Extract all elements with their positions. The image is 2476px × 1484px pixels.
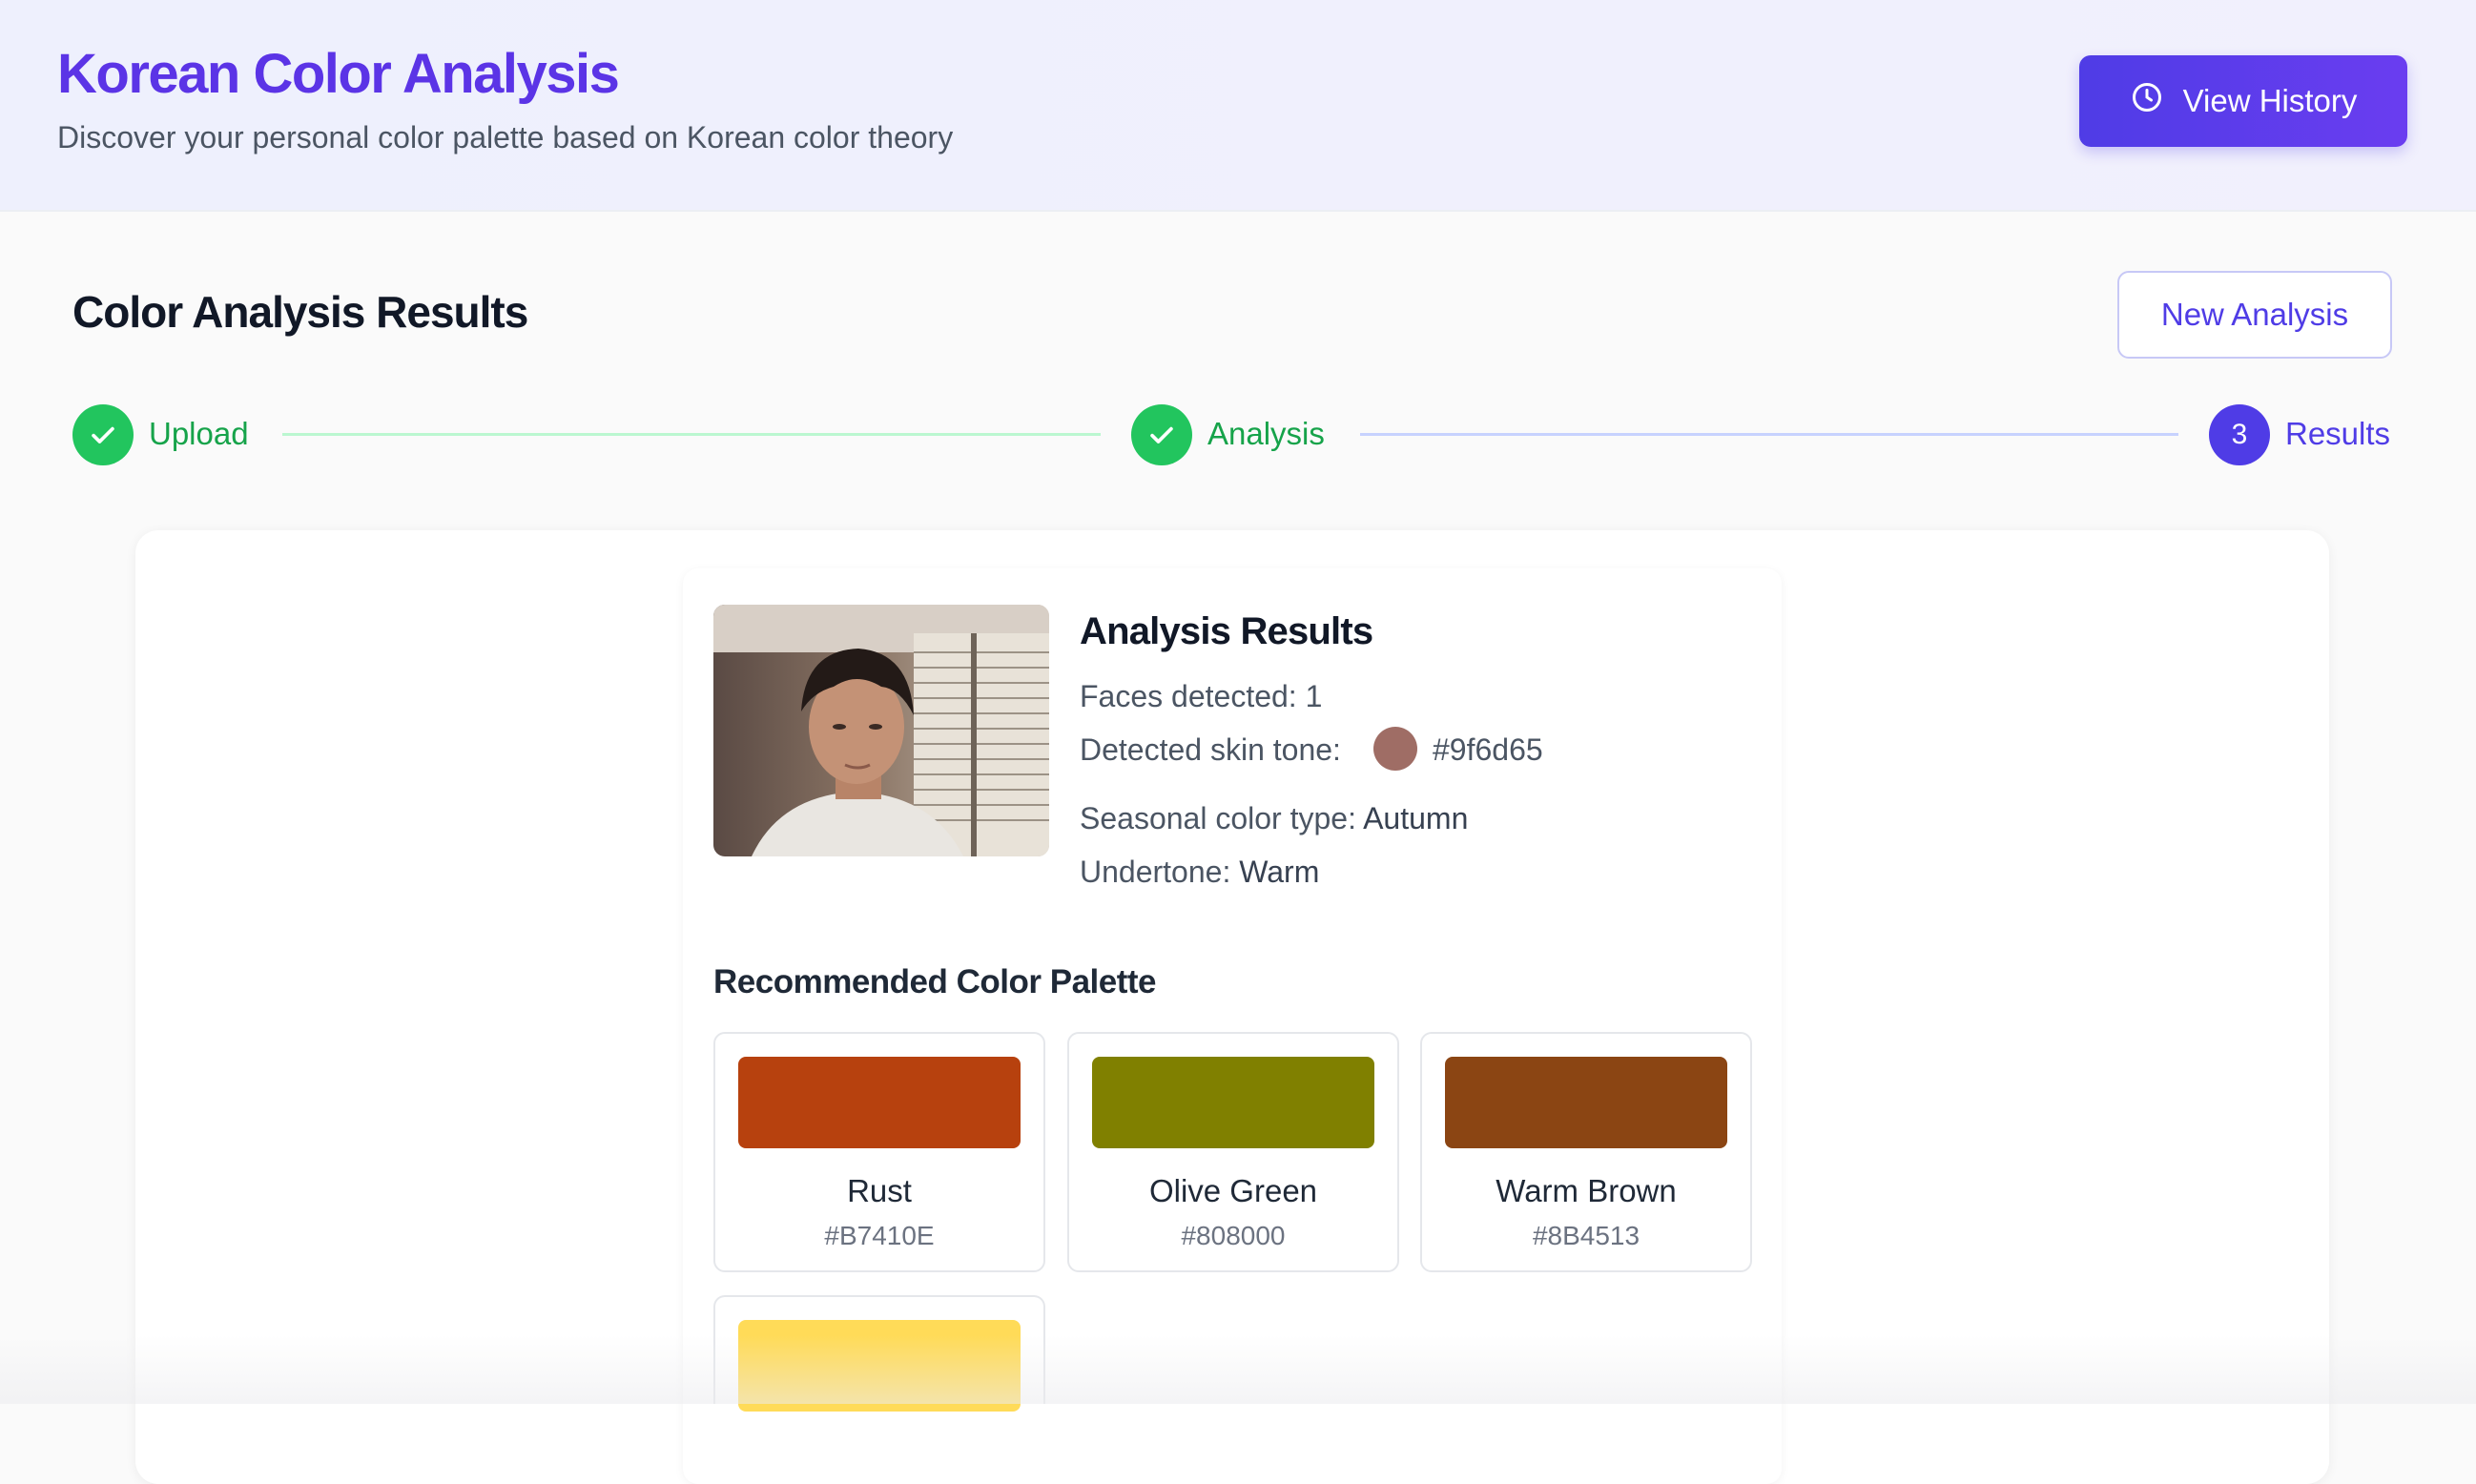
step-connector-pending	[1360, 433, 2178, 436]
step-analysis-label: Analysis	[1207, 416, 1325, 451]
seasonal-type-label: Seasonal color type:	[1080, 801, 1356, 835]
analysis-results-heading: Analysis Results	[1080, 610, 1373, 652]
step-results-number: 3	[2209, 404, 2270, 465]
color-block	[1092, 1057, 1374, 1148]
color-name: Olive Green	[1148, 1173, 1318, 1208]
results-title: Color Analysis Results	[72, 287, 528, 337]
skin-tone-label: Detected skin tone:	[1080, 732, 1341, 767]
palette-title: Recommended Color Palette	[713, 963, 1157, 1000]
color-hex: #808000	[1181, 1221, 1286, 1250]
palette-swatch-olive-green[interactable]: Olive Green #808000	[1067, 1032, 1399, 1272]
view-history-button[interactable]: View History	[2079, 55, 2407, 147]
skin-tone-swatch	[1373, 727, 1417, 771]
palette-swatch-rust[interactable]: Rust #B7410E	[713, 1032, 1045, 1272]
undertone-value: Warm	[1239, 855, 1320, 889]
color-block	[738, 1320, 1021, 1412]
app-subtitle: Discover your personal color palette bas…	[57, 120, 954, 155]
palette-swatch-warm-brown[interactable]: Warm Brown #8B4513	[1420, 1032, 1752, 1272]
color-hex: #8B4513	[1532, 1221, 1640, 1250]
step-upload-label: Upload	[149, 416, 249, 451]
seasonal-type-value: Autumn	[1363, 801, 1469, 835]
color-name: Rust	[847, 1173, 912, 1208]
step-upload-check-icon	[72, 404, 134, 465]
seasonal-type: Seasonal color type: Autumn	[1080, 801, 1468, 836]
undertone-label: Undertone:	[1080, 855, 1231, 889]
color-block	[738, 1057, 1021, 1148]
app-title: Korean Color Analysis	[57, 43, 620, 105]
skin-tone-hex: #9f6d65	[1433, 732, 1543, 767]
app-header: Korean Color Analysis Discover your pers…	[0, 0, 2476, 212]
undertone: Undertone: Warm	[1080, 855, 1319, 890]
step-results-label: Results	[2285, 416, 2391, 451]
palette-swatch-yellow[interactable]	[713, 1295, 1045, 1412]
color-name: Warm Brown	[1496, 1173, 1677, 1208]
new-analysis-button[interactable]: New Analysis	[2117, 271, 2392, 359]
color-hex: #B7410E	[824, 1221, 935, 1250]
faces-detected: Faces detected: 1	[1080, 679, 1323, 713]
clock-icon	[2130, 80, 2164, 122]
step-analysis-check-icon	[1131, 404, 1192, 465]
view-history-label: View History	[2182, 83, 2358, 118]
color-block	[1445, 1057, 1727, 1148]
step-connector-done	[282, 433, 1101, 436]
uploaded-photo	[713, 605, 1049, 856]
